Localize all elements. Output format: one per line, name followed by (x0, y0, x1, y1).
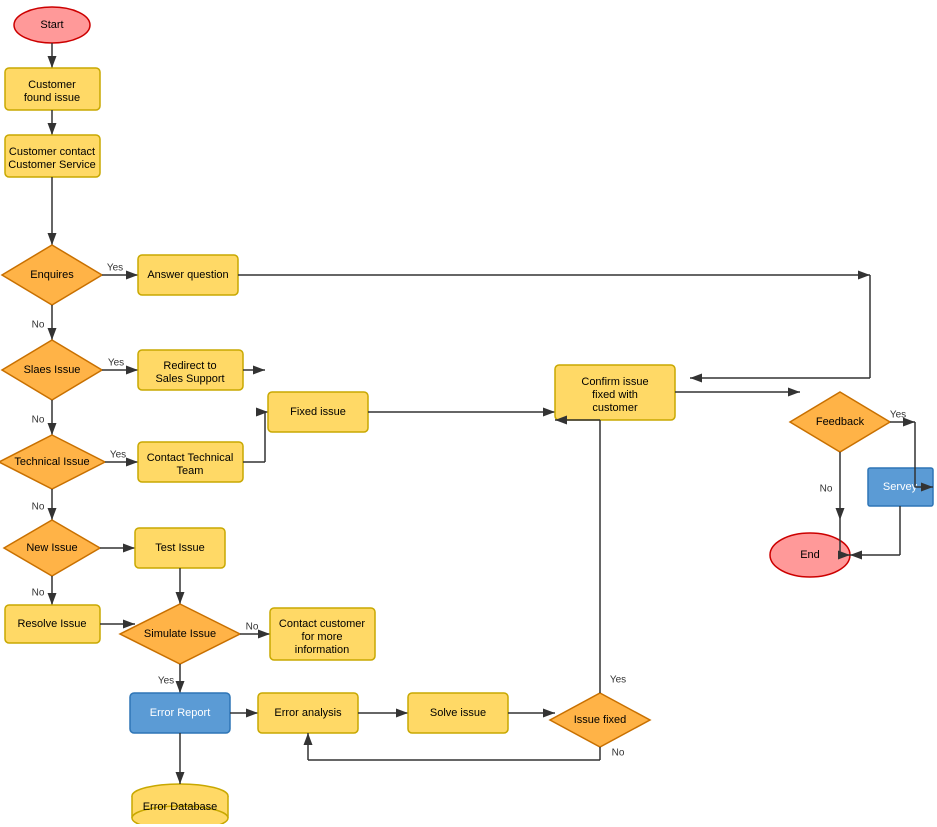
confirm-issue-label3: customer (592, 402, 638, 414)
enquires-label: Enquires (30, 269, 74, 281)
test-issue-label: Test Issue (155, 542, 205, 554)
issue-fixed-label: Issue fixed (574, 714, 627, 726)
tech-yes-label: Yes (110, 450, 126, 461)
survey-label: Servey (883, 481, 918, 493)
resolve-issue-label: Resolve Issue (17, 618, 86, 630)
sim-yes-label: Yes (158, 676, 174, 687)
feedback-label: Feedback (816, 416, 865, 428)
ni-no-label: No (32, 588, 45, 599)
customer-contact-label1: Customer contact (9, 146, 95, 158)
fb-yes-label: Yes (890, 410, 906, 421)
answer-question-label: Answer question (147, 269, 228, 281)
fb-no-label: No (820, 484, 833, 495)
customer-found-label: Customer (28, 79, 76, 91)
tech-no-label: No (32, 502, 45, 513)
error-report-label: Error Report (150, 707, 211, 719)
confirm-issue-label2: fixed with (592, 389, 638, 401)
contact-customer-label3: information (295, 644, 349, 656)
redirect-sales-label1: Redirect to (163, 360, 216, 372)
sim-no-label: No (246, 622, 259, 633)
error-analysis-label: Error analysis (274, 707, 342, 719)
end-label: End (800, 549, 820, 561)
slaes-no-label: No (32, 415, 45, 426)
if-yes-label: Yes (610, 675, 626, 686)
slaes-label: Slaes Issue (24, 364, 81, 376)
solve-issue-label: Solve issue (430, 707, 486, 719)
contact-tech-label2: Team (177, 465, 204, 477)
fixed-issue-label: Fixed issue (290, 406, 346, 418)
if-no-label: No (612, 748, 625, 759)
tech-label: Technical Issue (14, 456, 89, 468)
start-label: Start (40, 19, 63, 31)
contact-customer-label1: Contact customer (279, 618, 366, 630)
new-issue-label: New Issue (26, 542, 77, 554)
confirm-issue-label1: Confirm issue (581, 376, 648, 388)
customer-contact-label2: Customer Service (8, 159, 95, 171)
contact-tech-label1: Contact Technical (147, 452, 234, 464)
contact-customer-label2: for more (302, 631, 343, 643)
enq-no-label: No (32, 320, 45, 331)
redirect-sales-label2: Sales Support (155, 373, 224, 385)
simulate-label: Simulate Issue (144, 628, 216, 640)
error-db-label: Error Database (143, 801, 218, 813)
enq-yes-label: Yes (107, 263, 123, 274)
slaes-yes-label: Yes (108, 358, 124, 369)
customer-found-label2: found issue (24, 92, 80, 104)
